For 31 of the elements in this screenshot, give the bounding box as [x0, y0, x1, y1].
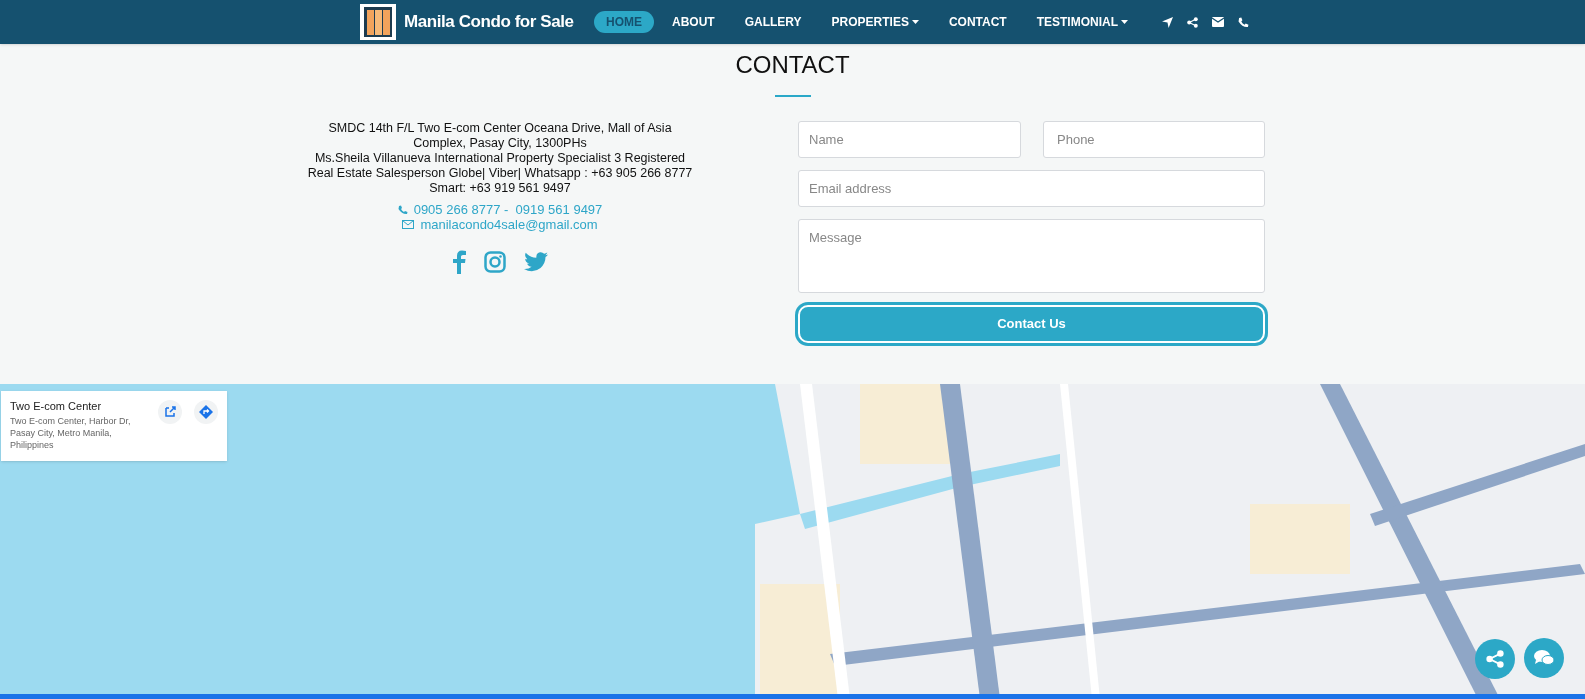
phone-input[interactable]: Phone [1043, 121, 1265, 158]
logo-icon[interactable] [360, 4, 396, 40]
agent-info-text: Ms.Sheila Villanueva International Property Specialist 3 Registered Real Estate Salesperson Globe| Viber| Whatsapp : +63 905 266 8777 Smart: +63 919 561 9497 [307, 151, 693, 196]
nav-link[interactable]: CONTACT [936, 11, 1019, 33]
section-title: CONTACT [735, 50, 850, 80]
twitter-icon[interactable] [524, 252, 548, 272]
caret-icon [911, 20, 919, 24]
name-input[interactable]: Name [798, 121, 1021, 158]
phone-icon [397, 204, 408, 215]
envelope-icon [402, 220, 415, 229]
nav-link[interactable]: GALLERY [732, 11, 814, 33]
nav-link[interactable]: PROPERTIES [819, 11, 931, 33]
email-input[interactable]: Email address [798, 170, 1265, 207]
address-text: SMDC 14th F/L Two E-com Center Oceana Drive, Mall of Asia Complex, Pasay City, 1300PHs [327, 121, 673, 151]
location-arrow-icon[interactable] [1162, 16, 1174, 28]
share-icon[interactable] [1187, 16, 1199, 28]
phone-icon[interactable] [1238, 16, 1250, 28]
chat-bubbles-icon [1533, 649, 1555, 667]
caret-icon [1121, 20, 1129, 24]
place-address: Two E-com Center, Harbor Dr, Pasay City, Metro Manila, Philippines [10, 415, 132, 451]
nav-link[interactable]: ABOUT [660, 11, 727, 33]
share-icon [1486, 650, 1504, 668]
place-title: Two E-com Center [10, 400, 103, 413]
site-logo-text[interactable]: Manila Condo for Sale [404, 9, 574, 35]
instagram-icon[interactable] [484, 251, 506, 273]
nav-link[interactable]: TESTIMONIAL [1024, 11, 1141, 33]
message-textarea[interactable]: Message [798, 219, 1265, 293]
facebook-icon[interactable] [452, 250, 466, 274]
envelope-icon[interactable] [1212, 17, 1225, 27]
open-external-icon[interactable] [158, 400, 182, 424]
directions-icon[interactable] [194, 400, 218, 424]
